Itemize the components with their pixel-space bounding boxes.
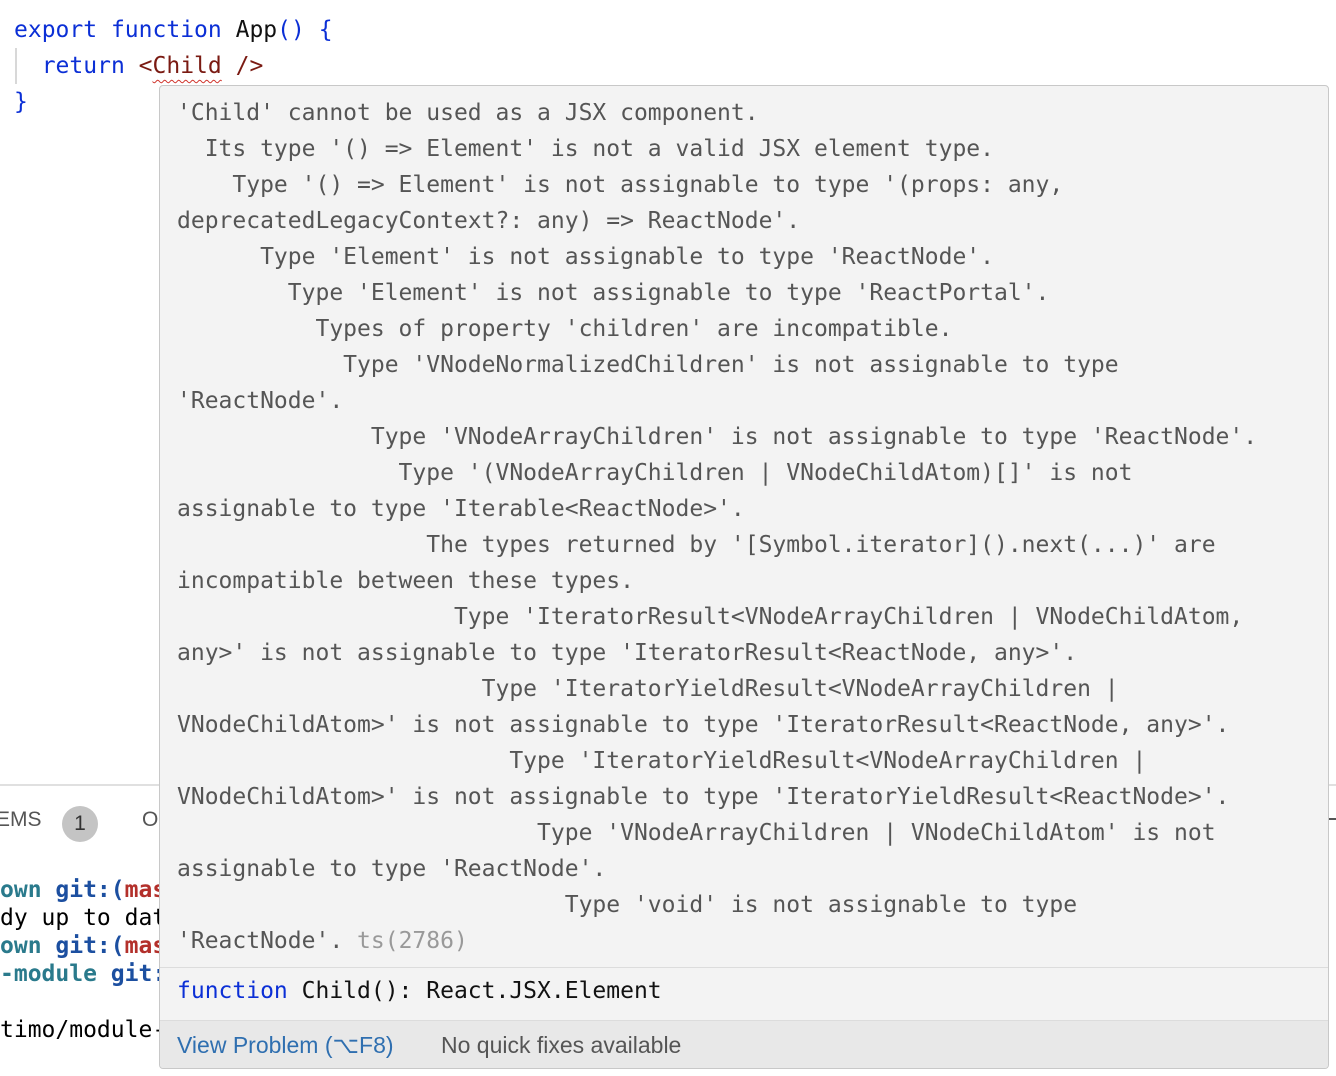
message-line: assignable to type 'Iterable<ReactNode>'…: [177, 496, 745, 522]
view-problem-link[interactable]: View Problem (⌥F8): [177, 1032, 394, 1059]
panel-edge: [1329, 818, 1336, 820]
message-line: Type 'void' is not assignable to type: [177, 892, 1078, 918]
terminal-line: own git:(mas: [0, 877, 167, 903]
error-squiggle-child[interactable]: Child: [153, 53, 222, 79]
message-line: 'ReactNode'.: [177, 388, 344, 414]
code-line-2: return <Child />: [41, 53, 264, 79]
message-line: Type 'VNodeNormalizedChildren' is not as…: [177, 352, 1119, 378]
message-line: The types returned by '[Symbol.iterator]…: [177, 532, 1216, 558]
message-line: Type '() => Element' is not assignable t…: [177, 172, 1064, 198]
message-line: Type 'IteratorYieldResult<VNodeArrayChil…: [177, 748, 1147, 774]
terminal-line: -module git:: [0, 961, 167, 987]
terminal[interactable]: own git:(mas dy up to dat own git:(mas -…: [0, 876, 166, 1044]
message-line: Type 'VNodeArrayChildren | VNodeChildAto…: [177, 820, 1216, 846]
message-line: Type 'IteratorYieldResult<VNodeArrayChil…: [177, 676, 1119, 702]
message-line: Type 'IteratorResult<VNodeArrayChildren …: [177, 604, 1244, 630]
hover-actions: View Problem (⌥F8) No quick fixes availa…: [160, 1021, 1328, 1068]
terminal-line: dy up to dat: [0, 905, 167, 931]
error-hover-tooltip: 'Child' cannot be used as a JSX componen…: [159, 85, 1329, 1069]
message-line: 'ReactNode'. ts(2786): [177, 928, 468, 954]
message-line: Type 'Element' is not assignable to type…: [177, 244, 994, 270]
code-line-1: export function App() {: [14, 17, 333, 43]
message-line: VNodeChildAtom>' is not assignable to ty…: [177, 784, 1230, 810]
message-line: any>' is not assignable to type 'Iterato…: [177, 640, 1078, 666]
message-line: Type '(VNodeArrayChildren | VNodeChildAt…: [177, 460, 1133, 486]
tab-output[interactable]: O: [142, 808, 158, 832]
message-line: 'Child' cannot be used as a JSX componen…: [177, 100, 759, 126]
terminal-line: own git:(mas: [0, 933, 167, 959]
message-line: VNodeChildAtom>' is not assignable to ty…: [177, 712, 1230, 738]
error-message: 'Child' cannot be used as a JSX componen…: [177, 95, 1257, 959]
terminal-line: timo/module-: [0, 1017, 167, 1043]
message-line: Type 'Element' is not assignable to type…: [177, 280, 1050, 306]
message-line: deprecatedLegacyContext?: any) => ReactN…: [177, 208, 801, 234]
message-line: incompatible between these types.: [177, 568, 634, 594]
type-signature: function Child(): React.JSX.Element: [160, 967, 1328, 1021]
message-line: Types of property 'children' are incompa…: [177, 316, 953, 342]
tab-problems[interactable]: EMS: [0, 808, 42, 832]
problem-count-badge: 1: [62, 806, 98, 842]
message-line: Type 'VNodeArrayChildren' is not assigna…: [177, 424, 1258, 450]
no-quick-fixes-text: No quick fixes available: [441, 1032, 682, 1058]
error-code: ts(2786): [357, 928, 468, 954]
message-line: assignable to type 'ReactNode'.: [177, 856, 607, 882]
indent-guide: [15, 48, 17, 84]
message-line: Its type '() => Element' is not a valid …: [177, 136, 994, 162]
